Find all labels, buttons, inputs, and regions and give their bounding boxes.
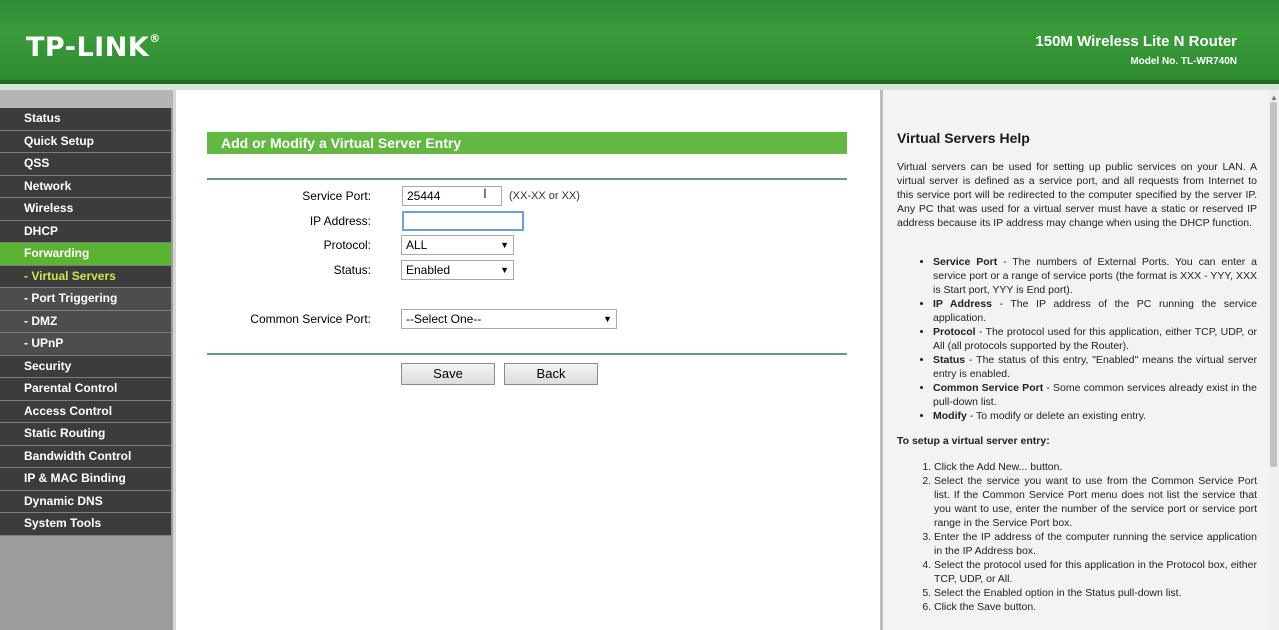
sidebar-item-wireless[interactable]: Wireless — [0, 198, 171, 221]
sidebar-item-quick-setup[interactable]: Quick Setup — [0, 130, 171, 153]
scrollbar[interactable]: ▲ — [1268, 90, 1279, 630]
divider-top — [207, 178, 847, 180]
page-title: Add or Modify a Virtual Server Entry — [207, 132, 847, 154]
help-intro: Virtual servers can be used for setting … — [897, 161, 1257, 229]
help-bullets: Service Port - The numbers of External P… — [915, 255, 1257, 423]
sidebar-item-dmz[interactable]: - DMZ — [0, 310, 171, 333]
ip-address-input[interactable] — [402, 211, 524, 231]
help-bullet: Service Port - The numbers of External P… — [933, 255, 1257, 297]
protocol-select[interactable]: ALL ▼ — [401, 235, 514, 255]
service-port-hint: (XX-XX or XX) — [509, 190, 580, 202]
help-step: Click the Add New... button. — [934, 460, 1257, 474]
sidebar-nav: Status Quick Setup QSS Network Wireless DHCP F… — [0, 108, 176, 536]
sidebar-item-status[interactable]: Status — [0, 108, 171, 131]
status-select[interactable]: Enabled ▼ — [401, 260, 514, 280]
chevron-down-icon: ▼ — [603, 314, 612, 324]
save-button[interactable]: Save — [401, 363, 495, 385]
sidebar-item-port-triggering[interactable]: - Port Triggering — [0, 288, 171, 311]
sidebar-item-parental-control[interactable]: Parental Control — [0, 378, 171, 401]
status-label: Status: — [333, 263, 371, 277]
sidebar-item-network[interactable]: Network — [0, 175, 171, 198]
help-step: Select the Enabled option in the Status … — [934, 586, 1257, 600]
sidebar-item-dynamic-dns[interactable]: Dynamic DNS — [0, 490, 171, 513]
protocol-label: Protocol: — [323, 238, 371, 252]
sidebar-item-virtual-servers[interactable]: - Virtual Servers — [0, 265, 171, 288]
scrollbar-thumb[interactable] — [1270, 102, 1277, 467]
help-bullet: Modify - To modify or delete an existing… — [933, 409, 1257, 423]
tp-link-logo: TP-LINK® — [26, 32, 161, 63]
sidebar-item-upnp[interactable]: - UPnP — [0, 333, 171, 356]
help-bullet: Common Service Port - Some common servic… — [933, 381, 1257, 409]
sidebar-item-qss[interactable]: QSS — [0, 153, 171, 176]
model-number: Model No. TL-WR740N — [1130, 56, 1237, 67]
sidebar: Status Quick Setup QSS Network Wireless DHCP F… — [0, 90, 176, 630]
help-step: Click the Save button. — [934, 600, 1257, 614]
help-setup-title: To setup a virtual server entry: — [897, 435, 1050, 447]
text-cursor-icon: I — [483, 185, 487, 201]
common-service-port-label: Common Service Port: — [250, 312, 371, 326]
sidebar-item-dhcp[interactable]: DHCP — [0, 220, 171, 243]
sidebar-item-static-routing[interactable]: Static Routing — [0, 423, 171, 446]
scroll-up-icon[interactable]: ▲ — [1270, 93, 1278, 102]
header: TP-LINK® 150M Wireless Lite N Router Mod… — [0, 0, 1279, 84]
help-title: Virtual Servers Help — [897, 130, 1030, 146]
sidebar-item-security[interactable]: Security — [0, 355, 171, 378]
help-bullet: Status - The status of this entry, "Enab… — [933, 353, 1257, 381]
sidebar-item-system-tools[interactable]: System Tools — [0, 513, 171, 536]
product-name: 150M Wireless Lite N Router — [1035, 33, 1237, 50]
common-service-port-select[interactable]: --Select One-- ▼ — [401, 309, 617, 329]
help-bullet: IP Address - The IP address of the PC ru… — [933, 297, 1257, 325]
help-bullet: Protocol - The protocol used for this ap… — [933, 325, 1257, 353]
chevron-down-icon: ▼ — [500, 265, 509, 275]
help-step: Enter the IP address of the computer run… — [934, 530, 1257, 558]
service-port-label: Service Port: — [302, 189, 371, 203]
sidebar-item-access-control[interactable]: Access Control — [0, 400, 171, 423]
router-admin-page: TP-LINK® 150M Wireless Lite N Router Mod… — [0, 0, 1279, 630]
sidebar-item-forwarding[interactable]: Forwarding — [0, 243, 171, 266]
sidebar-item-ip-mac-binding[interactable]: IP & MAC Binding — [0, 468, 171, 491]
back-button[interactable]: Back — [504, 363, 598, 385]
chevron-down-icon: ▼ — [500, 240, 509, 250]
ip-address-label: IP Address: — [309, 214, 371, 228]
divider-bottom — [207, 353, 847, 355]
help-step: Select the service you want to use from … — [934, 474, 1257, 530]
service-port-input[interactable]: 25444 — [402, 186, 502, 206]
help-step: Select the protocol used for this applic… — [934, 558, 1257, 586]
help-steps: Click the Add New... button.Select the s… — [919, 460, 1257, 614]
help-panel: Virtual Servers Help Virtual servers can… — [883, 90, 1268, 630]
main-content: Add or Modify a Virtual Server Entry Ser… — [176, 90, 880, 630]
sidebar-item-bandwidth-control[interactable]: Bandwidth Control — [0, 445, 171, 468]
